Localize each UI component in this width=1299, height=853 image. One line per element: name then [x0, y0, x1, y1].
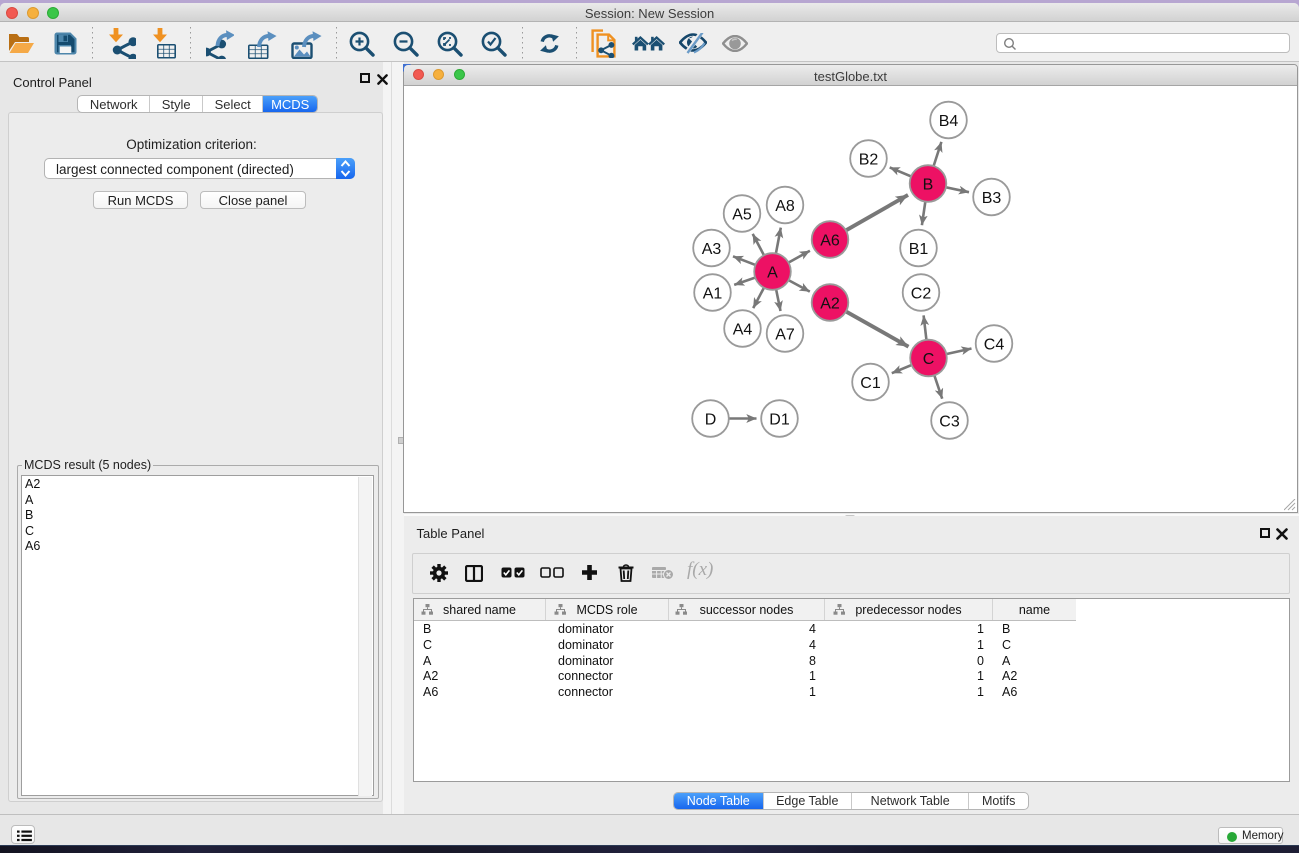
svg-text:A: A [767, 264, 778, 281]
svg-text:A8: A8 [775, 197, 795, 214]
svg-text:A4: A4 [732, 321, 752, 338]
svg-text:C2: C2 [910, 285, 931, 302]
svg-text:A7: A7 [775, 326, 795, 343]
svg-text:A3: A3 [701, 240, 721, 257]
svg-text:B2: B2 [858, 151, 878, 168]
svg-text:D1: D1 [769, 411, 790, 428]
svg-text:A6: A6 [820, 232, 840, 249]
svg-text:A1: A1 [702, 285, 722, 302]
svg-text:B4: B4 [938, 112, 958, 129]
svg-text:D: D [704, 411, 716, 428]
svg-text:B1: B1 [908, 240, 928, 257]
svg-text:B: B [922, 176, 933, 193]
svg-text:C1: C1 [860, 374, 881, 391]
svg-text:B3: B3 [981, 189, 1001, 206]
svg-text:C: C [922, 350, 934, 367]
svg-text:A5: A5 [732, 206, 752, 223]
svg-text:C4: C4 [983, 336, 1004, 353]
svg-text:C3: C3 [939, 413, 960, 430]
svg-text:A2: A2 [820, 295, 840, 312]
